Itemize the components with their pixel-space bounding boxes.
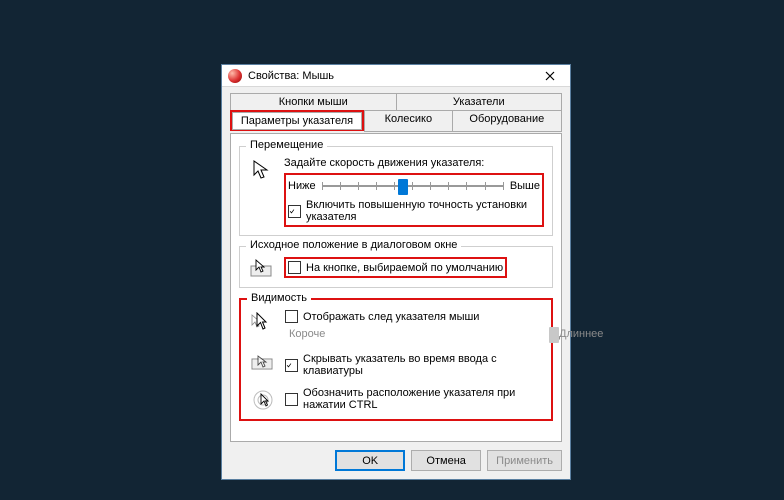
tabstrip: Кнопки мыши Указатели Параметры указател… [230,93,562,131]
ctrl-locate-checkbox[interactable] [285,393,298,406]
tab-hardware[interactable]: Оборудование [453,110,562,132]
close-button[interactable] [530,65,570,87]
snap-to-icon [248,257,276,279]
apply-button[interactable]: Применить [487,450,562,471]
close-icon [545,71,555,81]
pointer-speed-slider[interactable] [322,177,504,195]
highlight-movement: Ниже Выше [284,173,544,227]
slider-fast-label: Выше [510,180,540,192]
window-body: Кнопки мыши Указатели Параметры указател… [222,87,570,479]
slider-slow-label: Ниже [288,180,316,192]
pointer-speed-icon [248,157,276,181]
mouse-icon [228,69,242,83]
trail-slider-thumb [549,327,559,343]
pointer-trail-checkbox[interactable] [285,310,298,323]
tab-panel: Перемещение Задайте скорость движения ук… [230,133,562,442]
group-visibility-title: Видимость [247,292,311,304]
snap-default-checkbox[interactable] [288,261,301,274]
tab-pointer-options[interactable]: Параметры указателя [232,112,362,130]
speed-label: Задайте скорость движения указателя: [284,157,544,169]
titlebar[interactable]: Свойства: Мышь [222,65,570,87]
hide-typing-label: Скрывать указатель во время ввода с клав… [303,353,543,377]
hide-typing-checkbox[interactable] [285,359,298,372]
group-movement-title: Перемещение [246,139,327,151]
group-snap-title: Исходное положение в диалоговом окне [246,239,461,251]
snap-default-label: На кнопке, выбираемой по умолчанию [306,262,503,274]
ctrl-locate-icon [249,387,277,411]
enhance-precision-label: Включить повышенную точность установки у… [306,199,540,223]
window-title: Свойства: Мышь [248,70,530,82]
ok-button[interactable]: OK [335,450,405,471]
highlight-snap: На кнопке, выбираемой по умолчанию [284,257,507,278]
trail-short-label: Короче [285,328,543,340]
group-movement: Перемещение Задайте скорость движения ук… [239,146,553,236]
pointer-trail-label: Отображать след указателя мыши [303,311,479,323]
enhance-precision-checkbox[interactable] [288,205,301,218]
group-snap-to: Исходное положение в диалоговом окне На … [239,246,553,288]
pointer-trail-icon [249,310,277,332]
mouse-properties-window: Свойства: Мышь Кнопки мыши Указатели Пар… [221,64,571,480]
dialog-buttons: OK Отмена Применить [230,450,562,471]
cancel-button[interactable]: Отмена [411,450,481,471]
slider-thumb[interactable] [398,179,408,195]
tab-buttons[interactable]: Кнопки мыши [230,93,397,111]
tab-wheel[interactable]: Колесико [364,110,453,132]
trail-long-label: Длиннее [555,328,784,340]
hide-typing-icon [249,353,277,373]
tab-pointers[interactable]: Указатели [397,93,563,111]
ctrl-locate-label: Обозначить расположение указателя при на… [303,387,543,411]
group-visibility: Видимость Отображать след указателя мыши [239,298,553,421]
